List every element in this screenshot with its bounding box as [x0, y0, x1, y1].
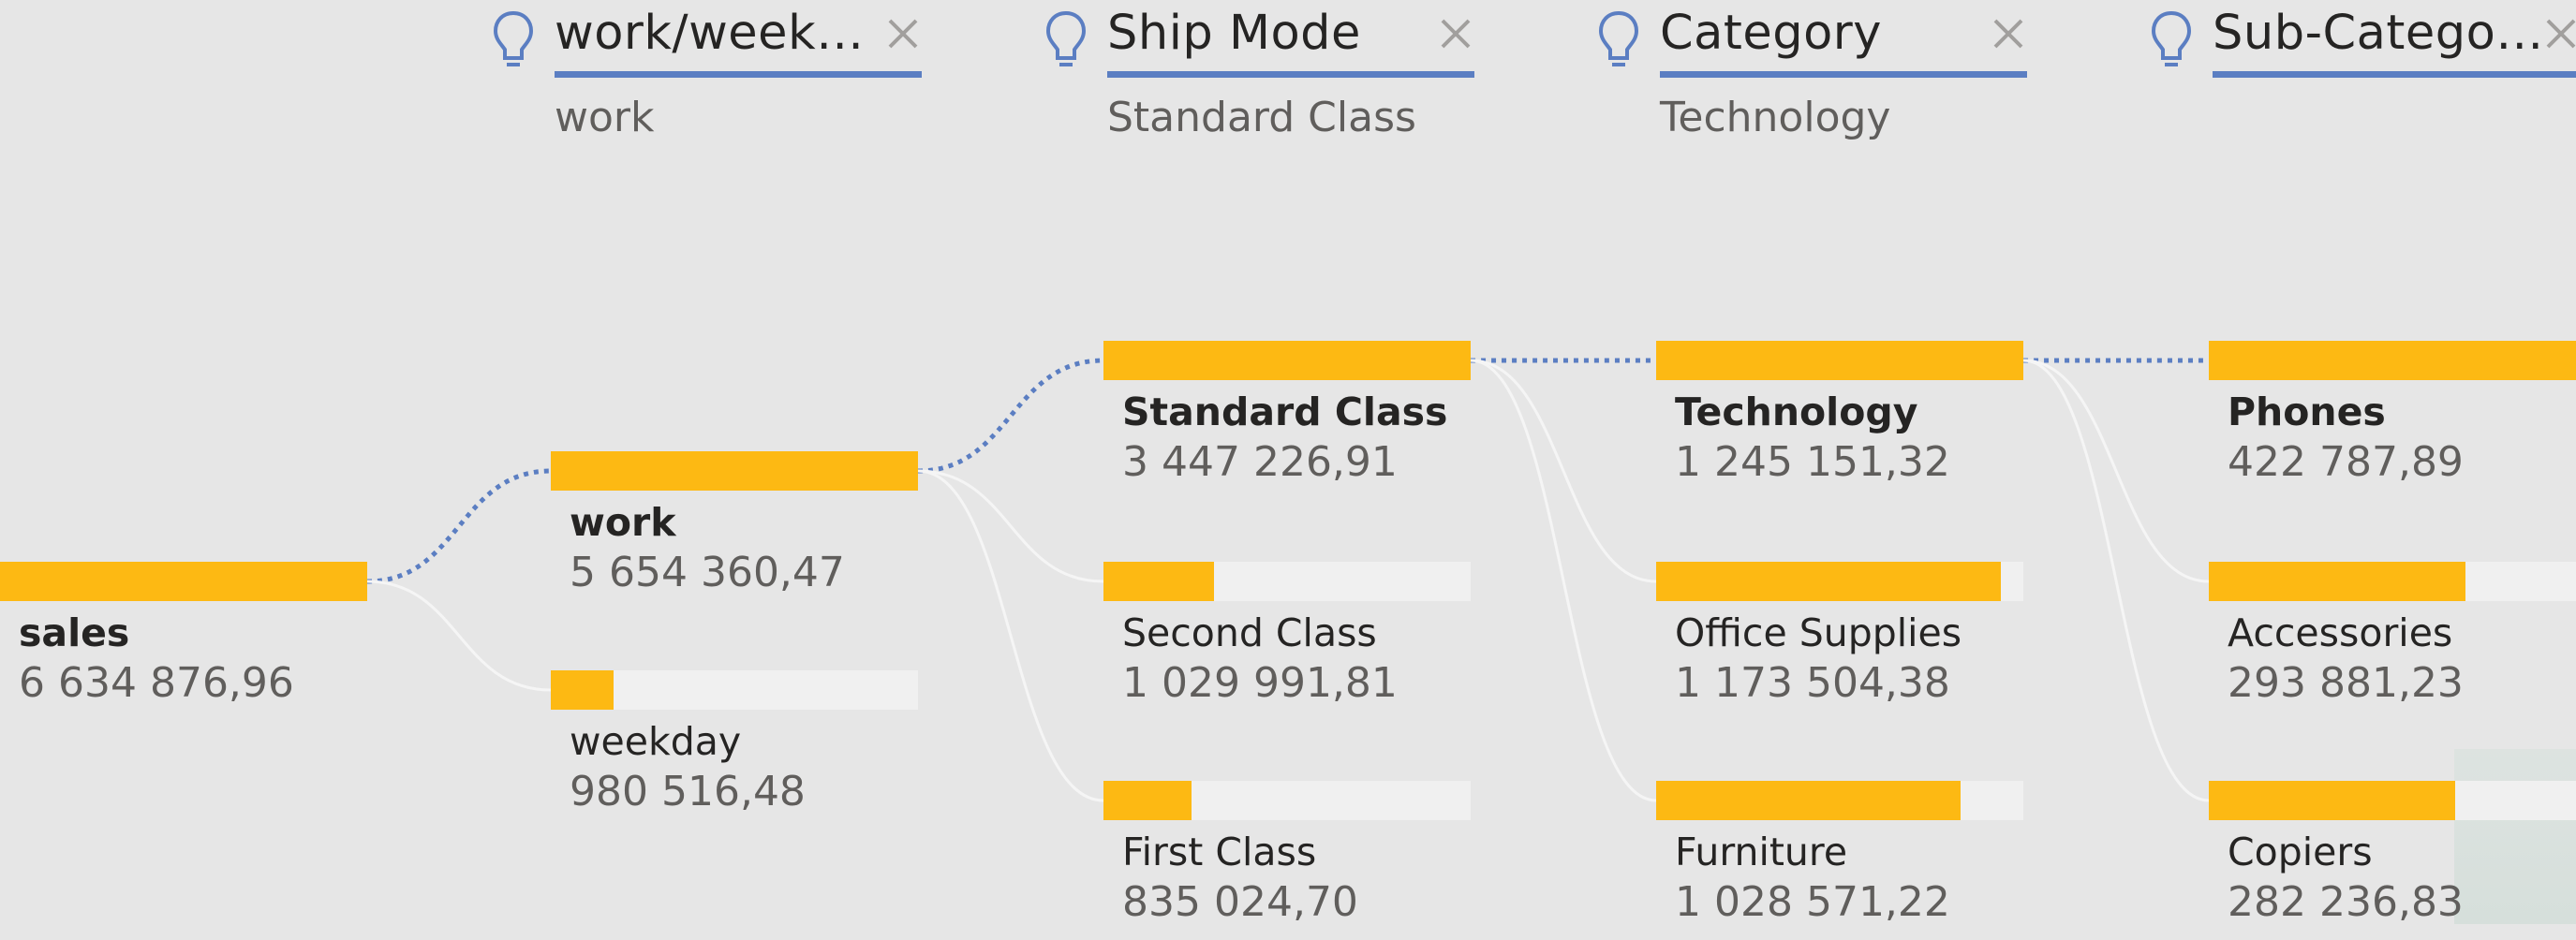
close-icon[interactable] [2542, 15, 2576, 52]
node-value: 980 516,48 [570, 768, 806, 815]
bar-fill [1103, 341, 1471, 380]
column-title-underline [1660, 71, 2027, 78]
column-selected-value: Technology [1660, 94, 1891, 141]
column-header: Ship Mode Standard Class [1044, 0, 1531, 159]
node-label: Accessories [2228, 610, 2453, 655]
connector-line [917, 469, 1104, 583]
column-title: work/week… [555, 6, 865, 61]
bar-fill [1656, 562, 2002, 601]
node-label: Second Class [1122, 610, 1377, 655]
close-icon[interactable] [1437, 15, 1474, 52]
node-value: 1 028 571,22 [1675, 878, 1950, 926]
column-header: Category Technology [1596, 0, 2083, 159]
column-header: work/week… work [491, 0, 978, 159]
tree-node[interactable]: Office Supplies 1 173 504,38 [1656, 562, 2023, 721]
connector-line [2022, 359, 2210, 583]
node-label: Technology [1675, 389, 1918, 434]
node-label: sales [19, 610, 130, 655]
node-label: Furniture [1675, 830, 1848, 874]
column-header: Sub-Catego… [2149, 0, 2576, 159]
column-title: Ship Mode [1107, 6, 1361, 61]
node-value: 1 173 504,38 [1675, 659, 1950, 707]
column-title-underline [555, 71, 922, 78]
bar-fill [0, 562, 367, 601]
tree-node[interactable]: Furniture 1 028 571,22 [1656, 781, 2023, 940]
tree-node[interactable]: Standard Class 3 447 226,91 [1103, 341, 1471, 500]
column-selected-value: work [555, 94, 655, 141]
tree-node[interactable]: Phones 422 787,89 [2209, 341, 2576, 500]
bar-fill [551, 670, 614, 710]
connector-line [366, 580, 552, 692]
connector-line [917, 469, 1104, 802]
connector-line [1470, 359, 1657, 802]
tree-node[interactable]: work 5 654 360,47 [551, 451, 918, 610]
close-icon[interactable] [1990, 15, 2027, 52]
node-value: 1 029 991,81 [1122, 659, 1398, 707]
node-value: 422 787,89 [2228, 438, 2464, 486]
bar-fill [1656, 341, 2023, 380]
lightbulb-icon[interactable] [2149, 9, 2194, 71]
connector-line [2022, 359, 2210, 802]
lightbulb-icon[interactable] [1044, 9, 1088, 71]
bar-fill [2209, 781, 2455, 820]
node-value: 835 024,70 [1122, 878, 1358, 926]
lightbulb-icon[interactable] [491, 9, 536, 71]
connector-line [1470, 359, 1657, 583]
column-title: Sub-Catego… [2213, 6, 2544, 61]
bar-fill [551, 451, 918, 491]
bar-fill [1103, 781, 1192, 820]
node-value: 3 447 226,91 [1122, 438, 1398, 486]
close-icon[interactable] [884, 15, 922, 52]
node-value: 293 881,23 [2228, 659, 2464, 707]
root-node[interactable]: sales 6 634 876,96 [0, 562, 367, 721]
tree-node[interactable]: Second Class 1 029 991,81 [1103, 562, 1471, 721]
node-value: 6 634 876,96 [19, 659, 294, 707]
bar-fill [1656, 781, 1962, 820]
column-title: Category [1660, 6, 1882, 61]
node-label: Phones [2228, 389, 2386, 434]
node-value: 1 245 151,32 [1675, 438, 1950, 486]
tree-node[interactable]: weekday 980 516,48 [551, 670, 918, 830]
node-label: Standard Class [1122, 389, 1448, 434]
tree-node[interactable]: Copiers 282 236,83 [2209, 781, 2576, 940]
column-title-underline [2213, 71, 2576, 78]
tree-node[interactable]: Accessories 293 881,23 [2209, 562, 2576, 721]
lightbulb-icon[interactable] [1596, 9, 1641, 71]
node-value: 5 654 360,47 [570, 549, 845, 596]
bar-fill [1103, 562, 1214, 601]
decomposition-tree: sales 6 634 876,96 work 5 654 360,47 weekday… [0, 0, 2576, 926]
node-label: Copiers [2228, 830, 2373, 874]
tree-node[interactable]: Technology 1 245 151,32 [1656, 341, 2023, 500]
node-value: 282 236,83 [2228, 878, 2464, 926]
node-label: Office Supplies [1675, 610, 1962, 655]
bar-fill [2209, 562, 2466, 601]
bar-fill [2209, 341, 2576, 380]
node-label: work [570, 500, 676, 545]
column-selected-value: Standard Class [1107, 94, 1416, 141]
column-title-underline [1107, 71, 1474, 78]
selected-path-line [917, 358, 1104, 474]
node-label: weekday [570, 719, 742, 764]
node-label: First Class [1122, 830, 1317, 874]
selected-path-line [366, 468, 552, 584]
tree-node[interactable]: First Class 835 024,70 [1103, 781, 1471, 940]
